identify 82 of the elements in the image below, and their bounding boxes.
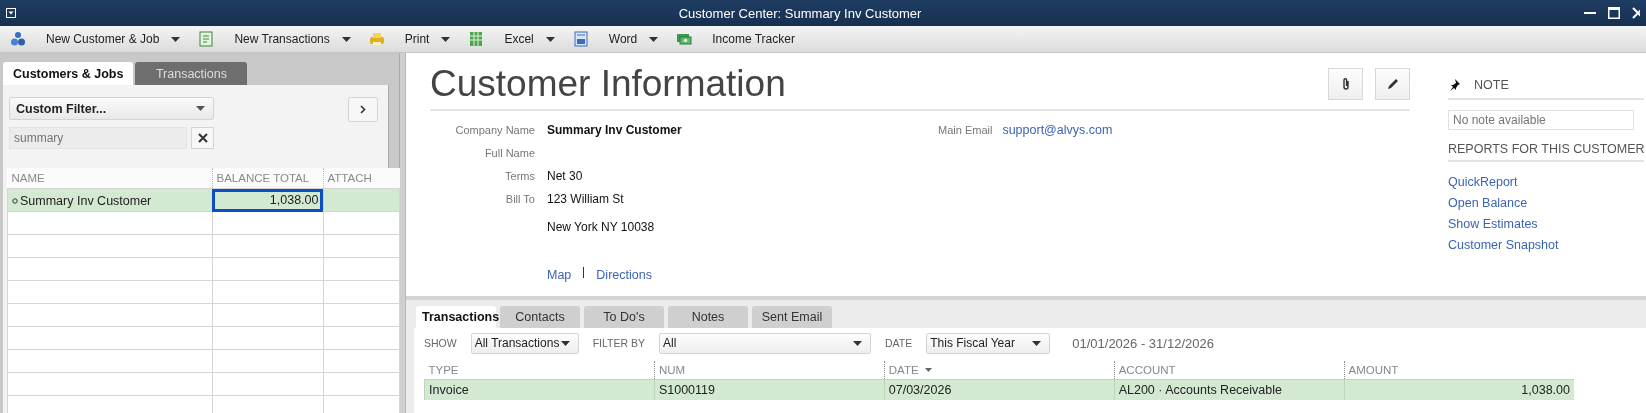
report-link[interactable]: QuickReport bbox=[1448, 175, 1518, 189]
page-heading: Customer Information bbox=[430, 63, 786, 105]
filter-label: SHOW bbox=[424, 337, 457, 349]
field-label: Bill To bbox=[504, 192, 535, 207]
address-line: New York NY 10038 bbox=[547, 220, 656, 235]
tab[interactable]: Notes bbox=[668, 306, 748, 328]
filter-dropdown[interactable]: All bbox=[659, 332, 871, 354]
field-label: Company Name bbox=[454, 123, 535, 138]
window-title: Customer Center: Summary Inv Customer bbox=[677, 5, 923, 21]
table-cell[interactable]: 1,038.00 bbox=[212, 188, 323, 212]
section-title: REPORTS FOR THIS CUSTOMER bbox=[1448, 142, 1644, 162]
expand-button[interactable] bbox=[348, 97, 378, 122]
banknote-icon bbox=[676, 31, 693, 47]
filter-dropdown[interactable]: All Transactions bbox=[470, 332, 579, 354]
minimize-icon bbox=[1584, 12, 1596, 14]
customer-name: Summary Inv Customer bbox=[20, 193, 152, 208]
window-menu-icon bbox=[6, 8, 16, 18]
report-link[interactable]: Show Estimates bbox=[1448, 217, 1538, 231]
table-cell[interactable]: 1,038.00 bbox=[1344, 379, 1574, 400]
table-cell[interactable]: S1000119 bbox=[654, 379, 885, 400]
filter-label: FILTER BY bbox=[592, 337, 645, 349]
link[interactable]: Directions bbox=[596, 268, 652, 282]
toolbar-button[interactable]: Excel bbox=[464, 29, 559, 49]
link[interactable]: Map bbox=[547, 268, 572, 282]
column-header: BALANCE TOTAL bbox=[212, 168, 323, 189]
toolbar-button[interactable]: New Transactions bbox=[194, 29, 355, 49]
note-field[interactable]: No note available bbox=[1448, 110, 1634, 130]
field-label: Main Email bbox=[938, 123, 993, 138]
column-header: NAME bbox=[7, 168, 212, 189]
bullet-icon bbox=[12, 197, 18, 204]
close-icon bbox=[197, 133, 208, 143]
caret-icon bbox=[560, 340, 570, 346]
spreadsheet-icon bbox=[468, 31, 485, 47]
edit-button[interactable] bbox=[1375, 68, 1410, 100]
field-label: Full Name bbox=[483, 146, 535, 161]
field-value: Net 30 bbox=[547, 169, 584, 184]
tab[interactable]: Sent Email bbox=[752, 306, 832, 328]
tab[interactable]: Contacts bbox=[500, 306, 580, 328]
report-link[interactable]: Open Balance bbox=[1448, 196, 1528, 210]
printer-icon bbox=[368, 31, 385, 47]
table-cell[interactable]: 07/03/2026 bbox=[884, 379, 1115, 400]
maximize-icon bbox=[1608, 7, 1620, 19]
toolbar-button[interactable]: Income Tracker bbox=[672, 29, 799, 49]
pencil-icon bbox=[1385, 77, 1400, 91]
date-range: 01/01/2026 - 31/12/2026 bbox=[1072, 335, 1214, 351]
toolbar-button[interactable]: Print bbox=[364, 29, 455, 49]
field-label: Terms bbox=[504, 169, 535, 184]
column-header[interactable]: NUM bbox=[658, 364, 686, 376]
people-icon bbox=[10, 31, 26, 47]
chevron-right-icon bbox=[360, 105, 366, 114]
caret-icon bbox=[853, 340, 862, 346]
tab[interactable]: Customers & Jobs bbox=[3, 62, 134, 85]
attach-button[interactable] bbox=[1328, 68, 1363, 100]
search-field[interactable]: summary bbox=[9, 127, 187, 149]
section-title: NOTE bbox=[1474, 78, 1509, 92]
column-header[interactable]: AMOUNT bbox=[1348, 364, 1399, 376]
column-header[interactable]: TYPE bbox=[428, 364, 459, 376]
column-header[interactable]: DATE bbox=[888, 364, 932, 376]
column-header[interactable]: ACCOUNT bbox=[1118, 364, 1176, 376]
report-link[interactable]: Customer Snapshot bbox=[1448, 238, 1559, 252]
filter-dropdown[interactable]: Custom Filter... bbox=[9, 97, 214, 120]
table-cell[interactable]: Summary Inv Customer bbox=[7, 188, 212, 212]
caret-icon bbox=[1032, 340, 1042, 346]
document-icon bbox=[572, 31, 589, 47]
close-icon bbox=[1632, 7, 1640, 19]
clear-button[interactable] bbox=[191, 127, 214, 149]
document-icon bbox=[198, 31, 215, 47]
address-line: 123 William St bbox=[547, 192, 625, 207]
toolbar-button[interactable]: New Customer & Job bbox=[6, 29, 185, 49]
toolbar-button[interactable]: Word bbox=[568, 29, 663, 49]
table-cell[interactable]: Invoice bbox=[424, 379, 655, 400]
field-value: Summary Inv Customer bbox=[547, 123, 683, 138]
paperclip-icon bbox=[1341, 77, 1350, 91]
tab[interactable]: Transactions bbox=[135, 62, 248, 85]
pin-icon bbox=[1448, 79, 1460, 91]
filter-dropdown[interactable]: This Fiscal Year bbox=[926, 332, 1051, 354]
filter-label: DATE bbox=[885, 337, 913, 349]
tab[interactable]: To Do's bbox=[584, 306, 664, 328]
email-link[interactable]: support@alvys.com bbox=[1002, 123, 1113, 137]
table-cell[interactable]: AL200 · Accounts Receivable bbox=[1114, 379, 1345, 400]
caret-icon bbox=[196, 106, 205, 111]
column-header: ATTACH bbox=[323, 168, 400, 189]
